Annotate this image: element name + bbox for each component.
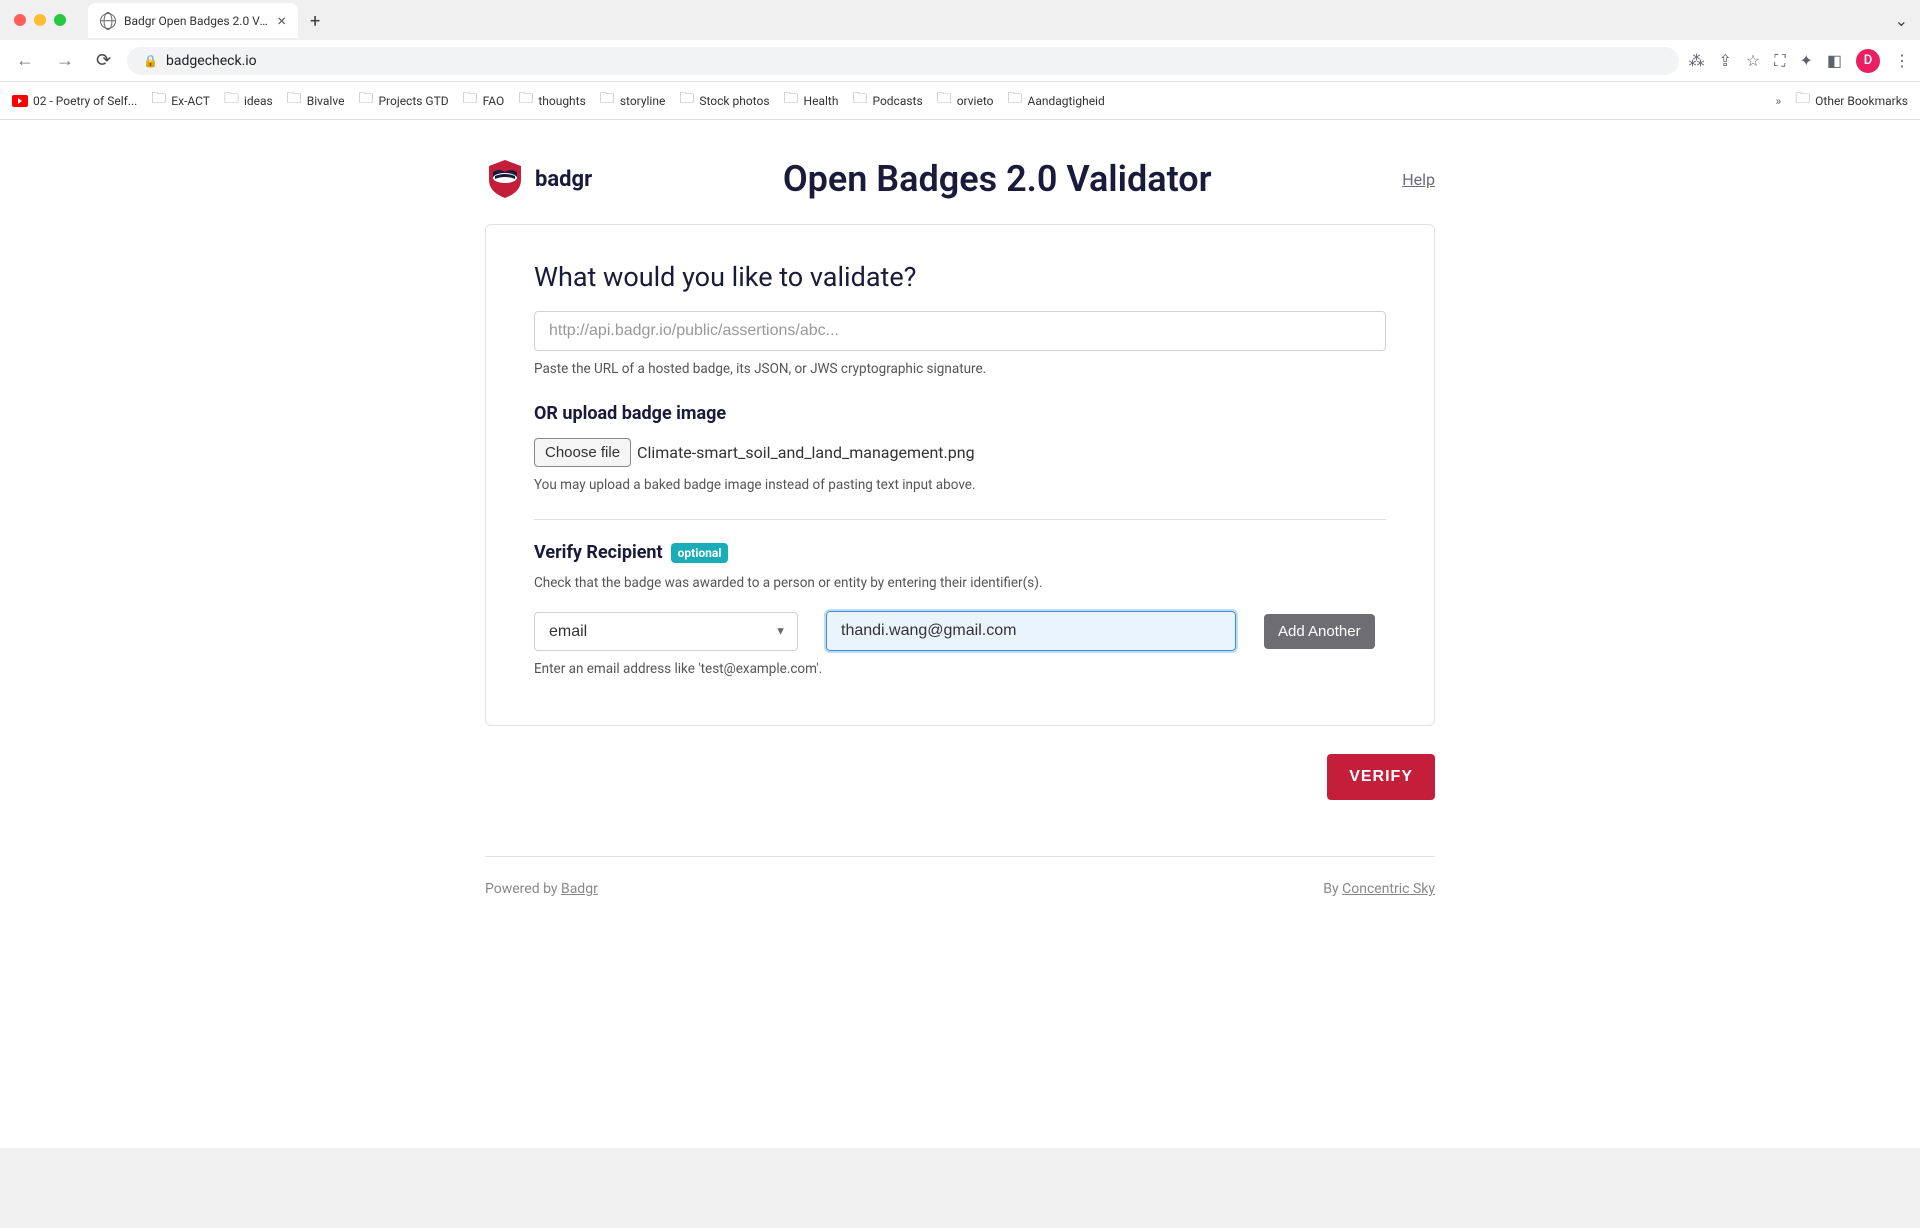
- powered-by-text: Powered by: [485, 881, 561, 897]
- bookmark-label: FAO: [483, 94, 505, 108]
- folder-icon: 🗀: [852, 88, 867, 113]
- upload-hint: You may upload a baked badge image inste…: [534, 477, 1386, 493]
- recipient-type-select[interactable]: email: [534, 612, 798, 651]
- reload-button[interactable]: ⟳: [90, 46, 117, 75]
- bookmark-item[interactable]: 🗀 ideas: [224, 88, 273, 113]
- upload-heading: OR upload badge image: [534, 403, 1386, 424]
- bookmark-item[interactable]: 🗀 Stock photos: [679, 88, 769, 113]
- menu-icon[interactable]: ⋮: [1894, 51, 1910, 70]
- bookmark-label: Podcasts: [872, 94, 922, 108]
- chosen-file-name: Climate-smart_soil_and_land_management.p…: [637, 443, 975, 462]
- verify-heading: Verify Recipient: [534, 542, 663, 563]
- bookmark-item[interactable]: 🗀 thoughts: [518, 88, 585, 113]
- badge-url-input[interactable]: [534, 311, 1386, 351]
- close-tab-icon[interactable]: ×: [277, 11, 286, 30]
- bookmark-item[interactable]: 🗀 FAO: [463, 88, 505, 113]
- verify-hint: Check that the badge was awarded to a pe…: [534, 575, 1386, 591]
- tabs-dropdown-icon[interactable]: ⌄: [1883, 5, 1920, 36]
- bookmark-label: Aandagtigheid: [1027, 94, 1104, 108]
- folder-icon: 🗀: [224, 88, 239, 113]
- bookmark-item[interactable]: 🗀 Ex-ACT: [151, 88, 210, 113]
- bookmark-label: Stock photos: [699, 94, 769, 108]
- folder-icon: 🗀: [463, 88, 478, 113]
- tab-title: Badgr Open Badges 2.0 Valida: [124, 14, 269, 28]
- page-footer: Powered by Badgr By Concentric Sky: [485, 856, 1435, 921]
- folder-icon: 🗀: [358, 88, 373, 113]
- window-controls: [0, 6, 80, 34]
- choose-file-button[interactable]: Choose file: [534, 438, 631, 467]
- url-hint: Paste the URL of a hosted badge, its JSO…: [534, 361, 1386, 377]
- crop-icon[interactable]: ⛶: [1774, 51, 1785, 71]
- extensions-icon[interactable]: ✦: [1799, 51, 1812, 70]
- url-text: badgecheck.io: [166, 53, 257, 69]
- folder-icon: 🗀: [151, 88, 166, 113]
- validator-form: What would you like to validate? Paste t…: [485, 224, 1435, 726]
- tab-strip: Badgr Open Badges 2.0 Valida × + ⌄: [0, 0, 1920, 40]
- bookmark-label: storyline: [620, 94, 666, 108]
- youtube-icon: [12, 95, 28, 107]
- folder-icon: 🗀: [1007, 88, 1022, 113]
- bookmark-item[interactable]: 🗀 Bivalve: [287, 88, 345, 113]
- bookmark-item[interactable]: 🗀 storyline: [600, 88, 666, 113]
- folder-icon: 🗀: [679, 88, 694, 113]
- address-bar[interactable]: 🔒 badgecheck.io: [127, 47, 1678, 75]
- divider: [534, 519, 1386, 520]
- folder-icon: 🗀: [784, 88, 799, 113]
- bookmarks-bar: 02 - Poetry of Self... 🗀 Ex-ACT 🗀 ideas 🗀 Biva…: [0, 82, 1920, 120]
- folder-icon: 🗀: [518, 88, 533, 113]
- bookmark-item[interactable]: 🗀 Projects GTD: [358, 88, 448, 113]
- back-button[interactable]: ←: [10, 46, 40, 75]
- by-text: By: [1323, 881, 1342, 897]
- translate-icon[interactable]: ⁂: [1689, 51, 1705, 70]
- other-bookmarks-label: Other Bookmarks: [1815, 94, 1908, 108]
- recipient-email-input[interactable]: [826, 611, 1236, 651]
- folder-icon: 🗀: [287, 88, 302, 113]
- minimize-window-icon[interactable]: [34, 14, 46, 26]
- share-icon[interactable]: ⇪: [1719, 51, 1732, 70]
- bookmark-label: thoughts: [538, 94, 585, 108]
- folder-icon: 🗀: [600, 88, 615, 113]
- bookmark-item[interactable]: 🗀 Podcasts: [852, 88, 922, 113]
- profile-avatar[interactable]: D: [1856, 49, 1880, 73]
- logo-text: badgr: [535, 167, 592, 192]
- page-header: badgr Open Badges 2.0 Validator Help: [485, 140, 1435, 224]
- bookmark-label: Ex-ACT: [171, 94, 210, 108]
- bookmark-label: orvieto: [957, 94, 994, 108]
- bookmark-item[interactable]: 🗀 Aandagtigheid: [1007, 88, 1104, 113]
- bookmark-item[interactable]: 🗀 orvieto: [937, 88, 994, 113]
- recipient-hint: Enter an email address like 'test@exampl…: [534, 661, 1386, 677]
- optional-badge: optional: [671, 543, 729, 563]
- lock-icon: 🔒: [143, 54, 158, 68]
- globe-icon: [100, 13, 116, 29]
- help-link[interactable]: Help: [1402, 170, 1435, 189]
- page-title: Open Badges 2.0 Validator: [592, 158, 1402, 200]
- powered-by-link[interactable]: Badgr: [561, 881, 598, 897]
- badgr-logo[interactable]: badgr: [485, 158, 592, 200]
- bookmark-label: Health: [804, 94, 839, 108]
- bookmark-label: Bivalve: [307, 94, 345, 108]
- sidebar-icon[interactable]: ◧: [1827, 51, 1842, 70]
- new-tab-button[interactable]: +: [298, 5, 332, 38]
- folder-icon: 🗀: [937, 88, 952, 113]
- bookmark-label: ideas: [244, 94, 273, 108]
- bookmarks-overflow-icon[interactable]: »: [1776, 94, 1782, 108]
- verify-button[interactable]: VERIFY: [1327, 754, 1435, 800]
- forward-button[interactable]: →: [50, 46, 80, 75]
- bookmark-label: Projects GTD: [378, 94, 448, 108]
- other-bookmarks[interactable]: 🗀 Other Bookmarks: [1795, 88, 1908, 113]
- close-window-icon[interactable]: [14, 14, 26, 26]
- badgr-shield-icon: [485, 158, 525, 200]
- browser-toolbar: ← → ⟳ 🔒 badgecheck.io ⁂ ⇪ ☆ ⛶ ✦ ◧ D ⋮: [0, 40, 1920, 82]
- bookmark-item[interactable]: 🗀 Health: [784, 88, 839, 113]
- maximize-window-icon[interactable]: [54, 14, 66, 26]
- browser-tab[interactable]: Badgr Open Badges 2.0 Valida ×: [88, 3, 298, 38]
- bookmark-label: 02 - Poetry of Self...: [33, 94, 137, 108]
- folder-icon: 🗀: [1795, 88, 1810, 113]
- by-link[interactable]: Concentric Sky: [1342, 881, 1435, 897]
- bookmark-item[interactable]: 02 - Poetry of Self...: [12, 94, 137, 108]
- add-another-button[interactable]: Add Another: [1264, 614, 1375, 649]
- validate-heading: What would you like to validate?: [534, 261, 1386, 293]
- star-icon[interactable]: ☆: [1746, 51, 1760, 70]
